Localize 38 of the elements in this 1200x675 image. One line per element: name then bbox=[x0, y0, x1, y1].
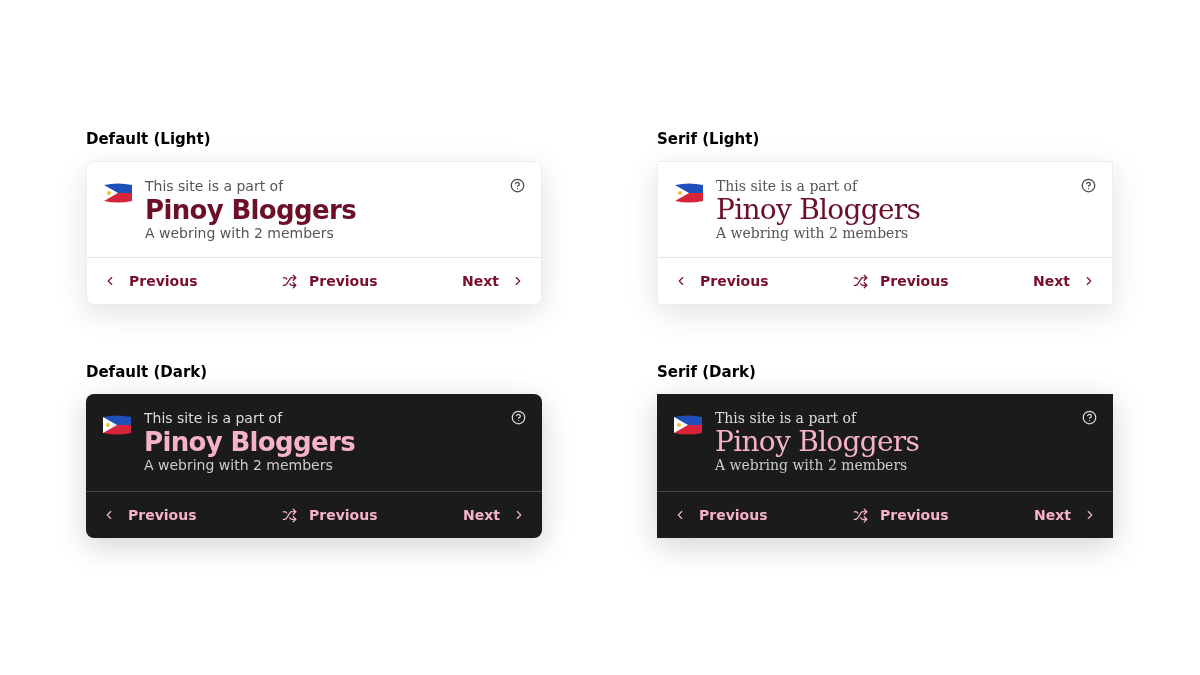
webring-name: Pinoy Bloggers bbox=[144, 427, 356, 457]
next-link[interactable]: Next bbox=[463, 504, 526, 526]
previous-link[interactable]: Previous bbox=[674, 270, 769, 292]
next-link[interactable]: Next bbox=[1034, 504, 1097, 526]
random-link[interactable]: Previous bbox=[282, 504, 378, 526]
variant-label: Serif (Light) bbox=[657, 132, 761, 147]
shuffle-icon bbox=[853, 273, 869, 289]
previous-link[interactable]: Previous bbox=[673, 504, 768, 526]
shuffle-icon bbox=[282, 507, 298, 523]
intro-text: This site is a part of bbox=[716, 178, 859, 195]
intro-text: This site is a part of bbox=[145, 178, 285, 195]
webring-name: Pinoy Bloggers bbox=[715, 427, 921, 457]
shuffle-icon bbox=[282, 273, 298, 289]
shuffle-icon bbox=[853, 507, 869, 523]
help-icon[interactable] bbox=[1081, 178, 1096, 193]
flag-icon bbox=[102, 414, 132, 436]
webring-name: Pinoy Bloggers bbox=[145, 195, 357, 225]
random-link[interactable]: Previous bbox=[853, 504, 949, 526]
member-count: A webring with 2 members bbox=[145, 225, 335, 241]
variant-label: Serif (Dark) bbox=[657, 365, 757, 380]
next-link[interactable]: Next bbox=[1033, 270, 1096, 292]
flag-icon bbox=[673, 414, 703, 436]
help-icon[interactable] bbox=[510, 178, 525, 193]
intro-text: This site is a part of bbox=[715, 410, 858, 427]
previous-link[interactable]: Previous bbox=[103, 270, 198, 292]
random-link[interactable]: Previous bbox=[853, 270, 949, 292]
flag-icon bbox=[674, 182, 704, 204]
flag-icon bbox=[103, 182, 133, 204]
intro-text: This site is a part of bbox=[144, 410, 284, 427]
next-link[interactable]: Next bbox=[462, 270, 525, 292]
previous-link[interactable]: Previous bbox=[102, 504, 197, 526]
webring-name: Pinoy Bloggers bbox=[716, 195, 922, 225]
member-count: A webring with 2 members bbox=[716, 225, 910, 241]
random-link[interactable]: Previous bbox=[282, 270, 378, 292]
variant-label: Default (Dark) bbox=[86, 365, 209, 380]
variant-label: Default (Light) bbox=[86, 132, 212, 147]
member-count: A webring with 2 members bbox=[715, 457, 909, 473]
member-count: A webring with 2 members bbox=[144, 457, 334, 473]
